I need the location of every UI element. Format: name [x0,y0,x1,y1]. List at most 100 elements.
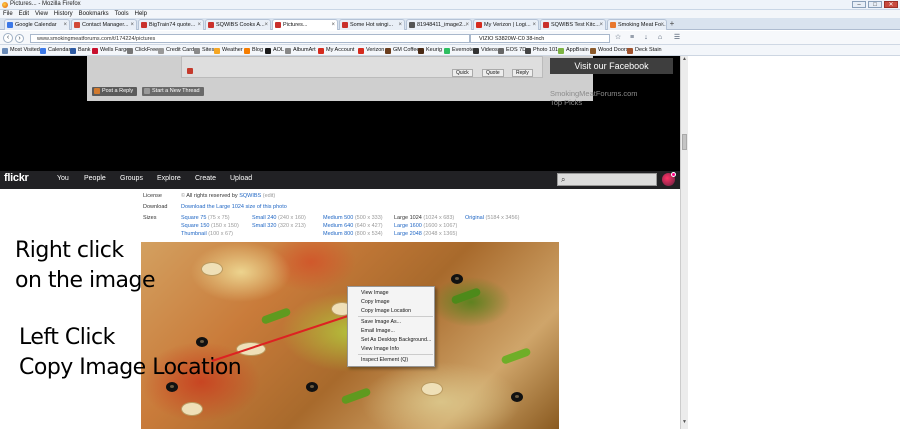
downloads-icon[interactable]: ↓ [642,34,650,42]
size-option[interactable]: Medium 800 (800 x 534) [323,231,383,237]
tab-my-verizon[interactable]: My Verizon | Logi... × [473,19,539,30]
tab-image[interactable]: 81948411_image2... × [406,19,472,30]
visit-facebook-banner[interactable]: Visit our Facebook [550,58,673,74]
tab-contact-manager[interactable]: Contact Manager... × [71,19,137,30]
menu-tools[interactable]: Tools [112,10,132,18]
size-name[interactable]: Thumbnail [181,231,207,237]
scroll-down-arrow-icon[interactable]: ▼ [681,419,688,426]
size-name[interactable]: Medium 800 [323,231,353,237]
size-option[interactable]: Small 240 (240 x 160) [252,215,306,221]
tab-bigtrain-quote[interactable]: BigTrain74 quote... × [138,19,204,30]
tab-google-calendar[interactable]: Google Calendar × [4,19,70,30]
tab-close-icon[interactable]: × [331,20,335,30]
tab-hot-wings[interactable]: Some Hot wingi... × [339,19,405,30]
bookmark-verizon[interactable]: Verizon [358,47,384,54]
bookmark-photo-101[interactable]: Photo 101 [525,47,558,54]
tab-close-icon[interactable]: × [398,20,402,30]
bookmark-star-icon[interactable]: ☆ [614,34,622,42]
size-option[interactable]: Medium 500 (500 x 333) [323,215,383,221]
menu-icon[interactable]: ☰ [673,34,681,42]
size-option[interactable]: Square 75 (75 x 75) [181,215,230,221]
tab-close-icon[interactable]: × [130,20,134,30]
tab-close-icon[interactable]: × [264,20,268,30]
tab-close-icon[interactable]: × [532,20,536,30]
size-name[interactable]: Small 240 [252,215,276,221]
size-option[interactable]: Thumbnail (100 x 67) [181,231,233,237]
nav-groups[interactable]: Groups [120,175,143,182]
scroll-up-arrow-icon[interactable]: ▲ [681,56,688,63]
tab-close-icon[interactable]: × [197,20,201,30]
bookmark-credit-card[interactable]: Credit Card [158,47,194,54]
bookmark-gm-coffee[interactable]: GM Coffee [385,47,420,54]
flickr-search-input[interactable]: ⌕ [557,173,657,186]
tab-sqwibs-test-kitchen[interactable]: SQWIBS Test Kitc... × [540,19,606,30]
size-option-selected[interactable]: Large 1024 (1024 x 683) [394,215,454,221]
vertical-scrollbar[interactable]: ▲ ▼ [680,56,688,429]
bookmark-wells-fargo[interactable]: Wells Fargo [92,47,129,54]
menu-help[interactable]: Help [132,10,150,18]
bookmark-keurig[interactable]: Keurig [418,47,442,54]
nav-explore[interactable]: Explore [157,175,181,182]
post-reply-button[interactable]: Post a Reply [92,87,138,96]
menu-item-view-image-info[interactable]: View Image Info [361,346,399,352]
tab-close-icon[interactable]: × [599,20,603,30]
minimize-button[interactable]: – [852,1,866,8]
close-button[interactable]: ✕ [884,1,898,8]
url-input[interactable]: www.smokingmeatforums.com/t/174224/pictu… [30,34,470,43]
bookmark-clickfree[interactable]: ClickFree [127,47,158,54]
bookmark-wood-doors[interactable]: Wood Doors [590,47,628,54]
menu-item-copy-image-location[interactable]: Copy Image Location [361,308,411,314]
bookmark-most-visited[interactable]: Most Visited [2,47,40,54]
bookmarks-menu-icon[interactable]: ≡ [628,34,636,42]
size-name[interactable]: Medium 640 [323,223,353,229]
back-button[interactable]: ‹ [3,33,13,43]
scroll-thumb[interactable] [682,134,687,150]
nav-create[interactable]: Create [195,175,216,182]
size-name[interactable]: Original [465,215,484,221]
size-name[interactable]: Large 1600 [394,223,422,229]
quote-button[interactable]: Quote [482,69,504,77]
home-icon[interactable]: ⌂ [656,34,664,42]
tab-close-icon[interactable]: × [660,20,664,30]
bookmark-deck-stain[interactable]: Deck Stain [627,47,662,54]
maximize-button[interactable]: □ [868,1,882,8]
menu-item-copy-image[interactable]: Copy Image [361,299,390,305]
reply-button[interactable]: Reply [512,69,533,77]
bookmark-bank[interactable]: Bank [70,47,91,54]
bookmark-eos-7d[interactable]: EOS 7D [498,47,526,54]
tab-smoking-meat[interactable]: Smoking Meat Fo... × [607,19,667,30]
bookmark-albumart[interactable]: AlbumArt [285,47,316,54]
menu-history[interactable]: History [51,10,76,18]
download-link[interactable]: Download the Large 1024 size of this pho… [181,204,287,210]
flickr-logo[interactable]: flickr [4,172,29,184]
tab-close-icon[interactable]: × [465,20,469,30]
menu-item-inspect-element[interactable]: Inspect Element (Q) [361,357,408,363]
license-owner-link[interactable]: SQWIBS [239,193,261,199]
size-name[interactable]: Small 320 [252,223,276,229]
nav-upload[interactable]: Upload [230,175,252,182]
tab-pictures[interactable]: Pictures... × [272,19,338,30]
menu-file[interactable]: File [0,10,16,18]
size-name[interactable]: Medium 500 [323,215,353,221]
bookmark-blog[interactable]: Blog [244,47,263,54]
license-edit-link[interactable]: (edit) [263,193,276,199]
size-option[interactable]: Square 150 (150 x 150) [181,223,239,229]
menu-bookmarks[interactable]: Bookmarks [76,10,112,18]
bookmark-evernote[interactable]: Evernote [444,47,474,54]
bookmark-sites[interactable]: Sites [194,47,214,54]
bookmark-appbrain[interactable]: AppBrain [558,47,589,54]
size-name[interactable]: Square 75 [181,215,206,221]
tab-sqwibs-cooks[interactable]: SQWIBS Cooks A... × [205,19,271,30]
size-name[interactable]: Large 2048 [394,231,422,237]
menu-edit[interactable]: Edit [16,10,32,18]
new-thread-button[interactable]: Start a New Thread [142,87,204,96]
size-name[interactable]: Large 1024 [394,215,422,221]
quick-button[interactable]: Quick [452,69,473,77]
menu-item-view-image[interactable]: View Image [361,290,389,296]
bookmark-weather[interactable]: Weather [214,47,243,54]
bookmark-videos[interactable]: Videos [473,47,498,54]
size-option[interactable]: Large 1600 (1600 x 1067) [394,223,457,229]
menu-item-set-desktop-background[interactable]: Set As Desktop Background... [361,337,431,343]
bookmark-aol[interactable]: AOL [265,47,284,54]
forward-button[interactable]: › [15,34,24,43]
